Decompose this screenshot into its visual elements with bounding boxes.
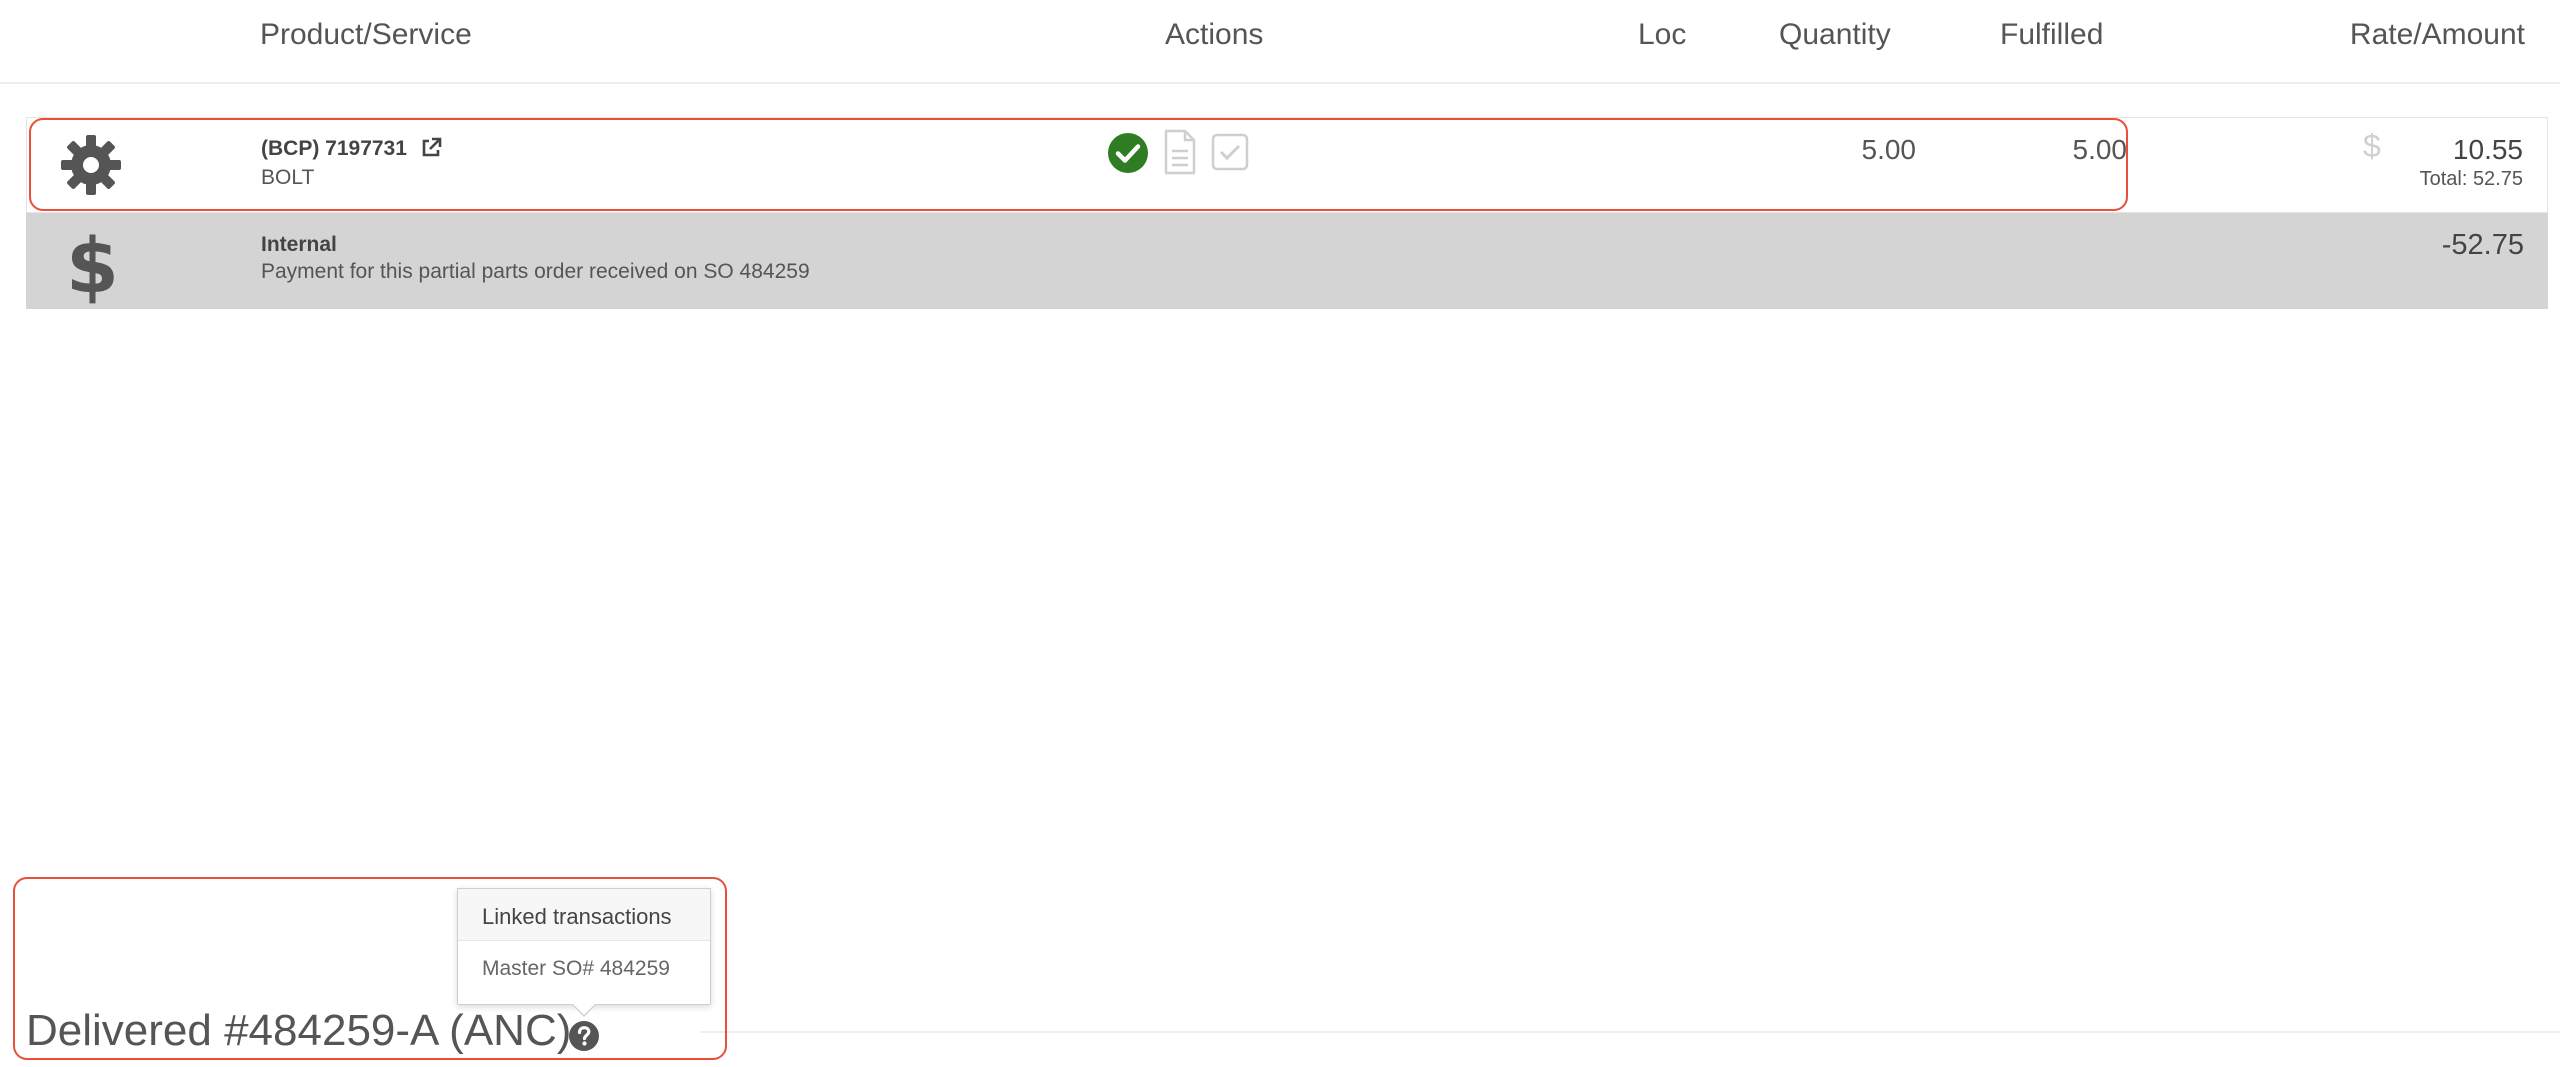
product-code: (BCP) 7197731 <box>261 137 407 160</box>
quantity-value: 5.00 <box>1861 134 1917 165</box>
document-icon[interactable] <box>1163 129 1197 175</box>
product-name: BOLT <box>261 166 315 189</box>
delivered-highlight <box>13 877 727 1060</box>
gear-icon <box>61 135 121 195</box>
checkbox-icon[interactable] <box>1211 133 1249 171</box>
check-circle-icon[interactable] <box>1107 132 1149 174</box>
dollar-icon: $ <box>66 221 119 310</box>
payment-description: Payment for this partial parts order rec… <box>261 260 810 283</box>
column-header-product: Product/Service <box>260 18 472 51</box>
column-header-actions: Actions <box>1165 18 1264 51</box>
column-header-quantity: Quantity <box>1779 18 1891 51</box>
column-header-loc: Loc <box>1638 18 1687 51</box>
payment-amount: -52.75 <box>2441 229 2524 261</box>
total-value: Total: 52.75 <box>2419 168 2523 190</box>
divider <box>700 1031 2560 1033</box>
table-header: Product/Service Actions Loc Quantity Ful… <box>0 0 2560 84</box>
line-item-row[interactable]: (BCP) 7197731 BOLT 5.00 5.00 $ 10.55 Tot… <box>26 117 2548 213</box>
payment-type: Internal <box>261 233 337 256</box>
rate-value: 10.55 <box>2452 134 2523 165</box>
currency-symbol: $ <box>2363 128 2381 164</box>
column-header-fulfilled: Fulfilled <box>2000 18 2104 51</box>
column-header-rate-amount: Rate/Amount <box>2349 18 2525 51</box>
payment-row[interactable]: $ Internal Payment for this partial part… <box>26 213 2548 310</box>
fulfilled-value: 5.00 <box>2072 134 2128 165</box>
external-link-icon[interactable] <box>419 136 443 160</box>
line-item-highlight <box>29 118 2128 211</box>
